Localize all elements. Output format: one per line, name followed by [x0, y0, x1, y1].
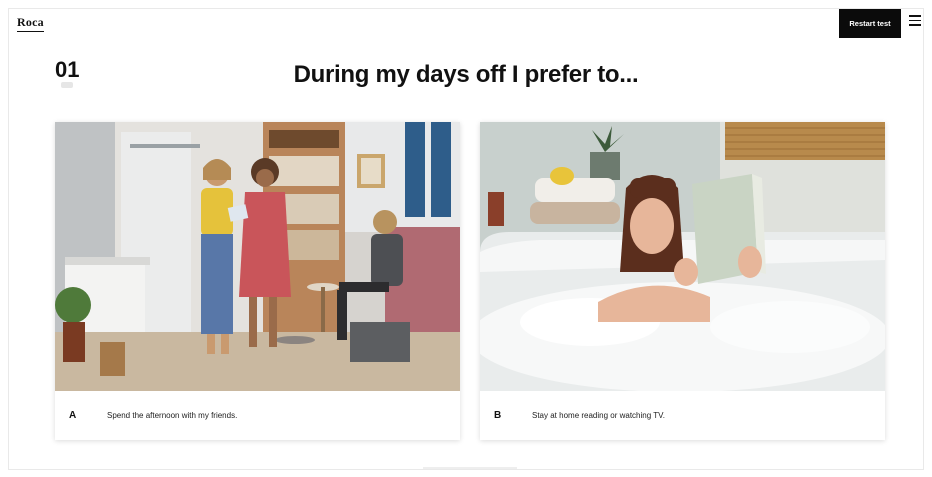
roca-logo[interactable]: Roca	[17, 15, 44, 32]
menu-icon[interactable]	[909, 15, 921, 27]
answer-b-text: Stay at home reading or watching TV.	[532, 411, 665, 420]
answer-card-b[interactable]: B Stay at home reading or watching TV.	[480, 122, 885, 440]
question-title: During my days off I prefer to...	[293, 61, 639, 88]
answer-a-letter: A	[69, 410, 77, 421]
top-bar: Roca Restart test	[9, 9, 923, 43]
page-frame: Roca Restart test 01 During my days off …	[8, 8, 924, 470]
answer-b-image	[480, 122, 885, 391]
restart-test-button[interactable]: Restart test	[839, 9, 901, 38]
answer-card-a[interactable]: A Spend the afternoon with my friends.	[55, 122, 460, 440]
scroll-indicator	[423, 467, 517, 469]
answer-a-image	[55, 122, 460, 391]
answer-b-letter: B	[494, 410, 502, 421]
answer-a-caption[interactable]: A Spend the afternoon with my friends.	[55, 391, 460, 440]
answer-a-text: Spend the afternoon with my friends.	[107, 411, 238, 420]
answer-b-caption[interactable]: B Stay at home reading or watching TV.	[480, 391, 885, 440]
